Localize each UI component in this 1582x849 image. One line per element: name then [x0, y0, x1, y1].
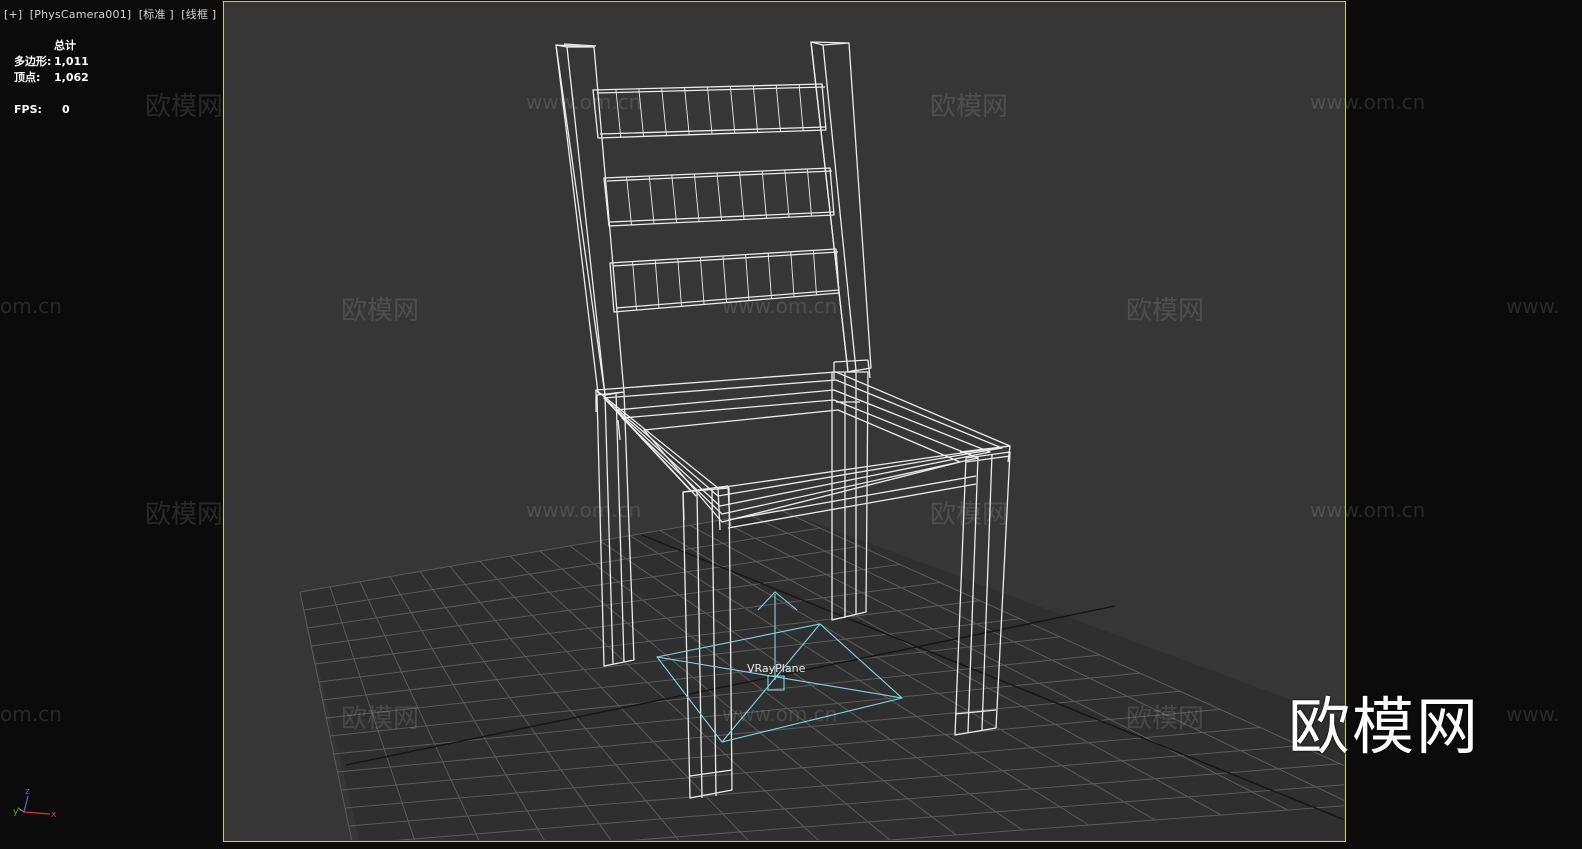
- slat-edge: [707, 86, 713, 135]
- slat-edge: [677, 258, 682, 307]
- watermark-url: www.om.cn: [1310, 498, 1426, 522]
- slat-edge: [798, 84, 804, 131]
- slat-edge: [626, 176, 632, 225]
- slat-edge: [767, 253, 772, 299]
- axis-y-label: y: [13, 807, 19, 817]
- slat-edge: [699, 257, 705, 305]
- watermark-url: www.: [1506, 702, 1560, 726]
- watermark-url: www.om.cn: [526, 498, 642, 522]
- slat-edge: [739, 171, 745, 220]
- watermark-url: www.om.cn: [526, 90, 642, 114]
- slat-edge: [716, 172, 722, 221]
- slat-edge: [684, 87, 690, 135]
- watermark-text: 欧模网: [341, 704, 420, 734]
- watermark-url: www.om.cn: [722, 294, 838, 318]
- brand-watermark-logo: 欧模网: [1288, 690, 1481, 763]
- watermark-url: www.om.cn: [1310, 90, 1426, 114]
- watermark-url: www.om.cn: [722, 702, 838, 726]
- slat-edge: [752, 85, 759, 133]
- watermark-text: 欧模网: [145, 92, 224, 122]
- slat-edge: [775, 85, 781, 132]
- slat-edge: [729, 86, 736, 134]
- axis-x-label: x: [51, 810, 57, 820]
- slat-edge: [648, 175, 655, 224]
- axis-z-label: z: [25, 787, 30, 797]
- vrayplane-label: VRayPlane: [747, 662, 806, 675]
- watermark-text: 欧模网: [1126, 296, 1205, 326]
- watermark-text: 欧模网: [1126, 704, 1205, 734]
- slat-edge: [671, 174, 677, 223]
- watermark-url: om.cn: [0, 702, 62, 726]
- watermark-text: 欧模网: [145, 500, 224, 530]
- watermark-text: 欧模网: [341, 296, 420, 326]
- watermark-url: www.: [1506, 294, 1560, 318]
- slat-edge: [693, 173, 700, 222]
- axis-tripod-icon: x z y: [13, 787, 57, 820]
- watermark-text: 欧模网: [930, 92, 1009, 122]
- watermark-url: om.cn: [0, 294, 62, 318]
- slat-edge: [806, 168, 812, 217]
- watermark-text: 欧模网: [930, 500, 1009, 530]
- slat-edge: [632, 261, 637, 311]
- slat-edge: [812, 250, 817, 295]
- slat-edge: [784, 169, 790, 218]
- slat-edge: [790, 251, 795, 297]
- home-grid: [299, 509, 1344, 840]
- slat-edge: [761, 170, 767, 219]
- slat-edge: [661, 88, 667, 136]
- slat-edge: [654, 260, 660, 309]
